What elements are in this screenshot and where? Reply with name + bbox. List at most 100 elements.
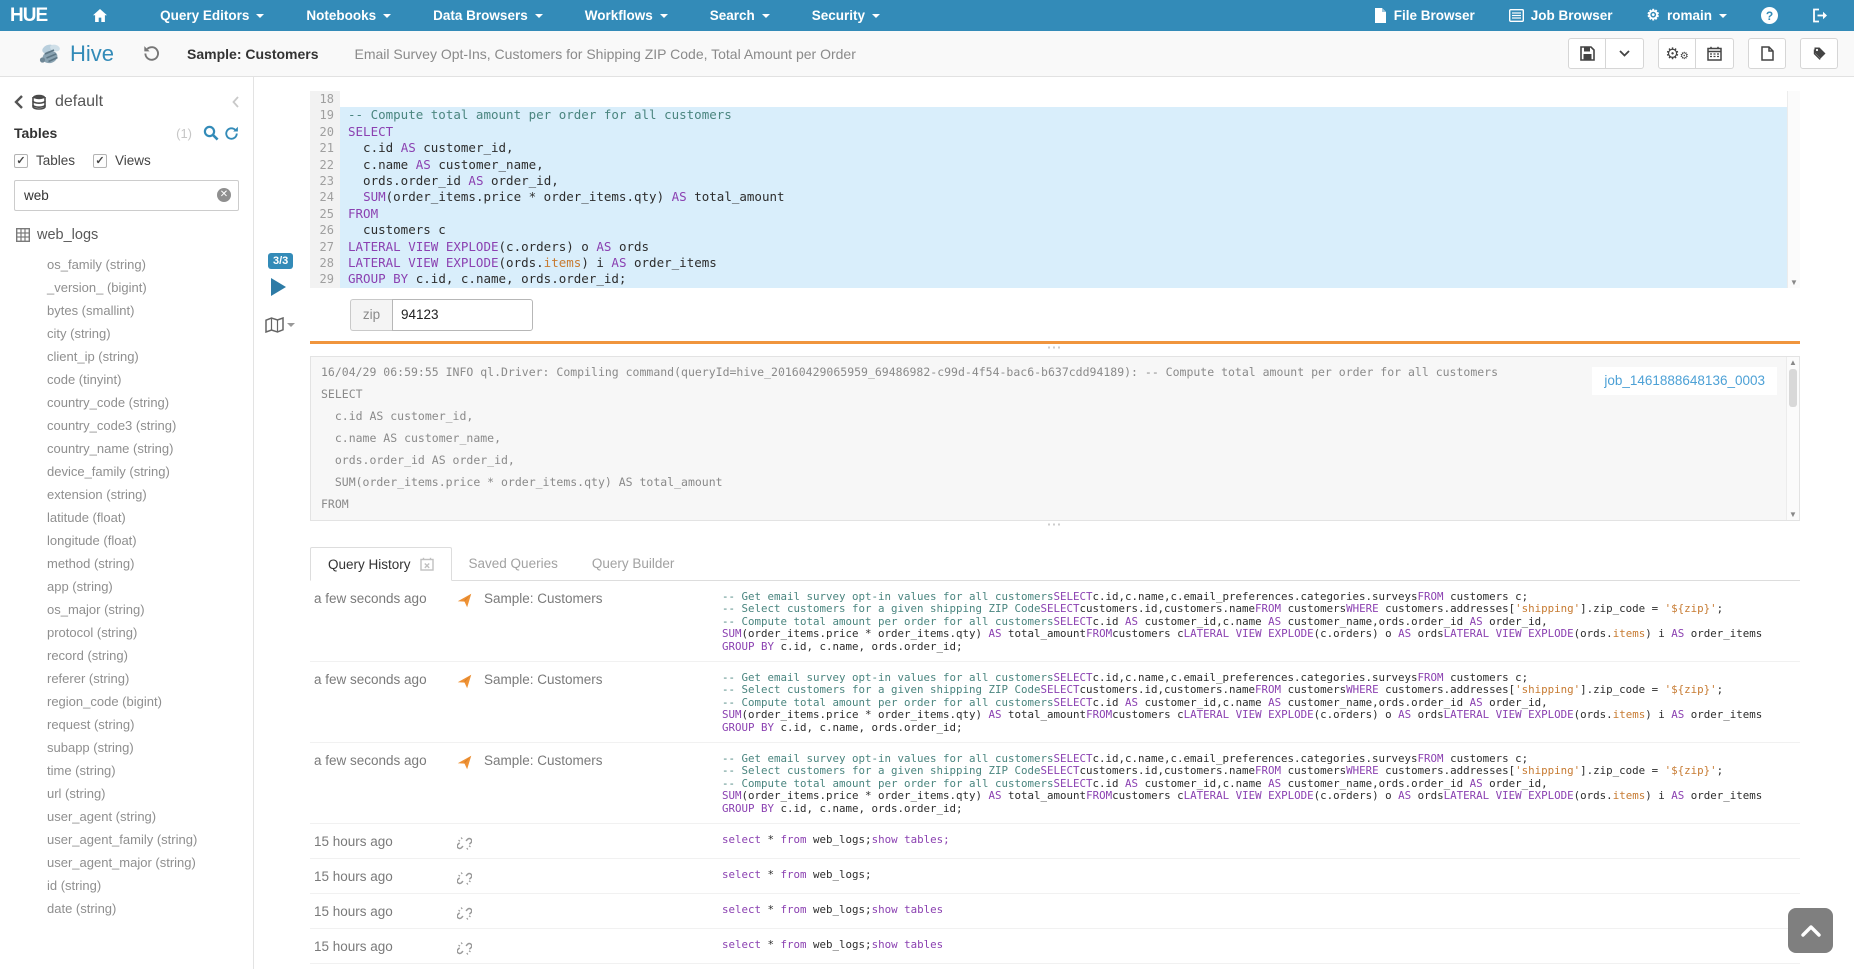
tab-query-history[interactable]: Query History xyxy=(310,547,452,581)
column-item[interactable]: country_name (string) xyxy=(14,437,239,460)
scroll-down-icon[interactable]: ▼ xyxy=(1789,510,1797,519)
column-item[interactable]: os_family (string) xyxy=(14,253,239,276)
column-item[interactable]: id (string) xyxy=(14,874,239,897)
history-row[interactable]: 15 hours agoselect * from web_logs;show … xyxy=(310,824,1800,859)
help-button[interactable]: ? xyxy=(1749,0,1790,31)
scroll-top-button[interactable] xyxy=(1788,908,1833,953)
clear-filter-icon[interactable]: ✕ xyxy=(217,188,231,202)
job-link[interactable]: job_1461888648136_0003 xyxy=(1604,373,1765,388)
history-icon[interactable] xyxy=(142,45,161,62)
column-item[interactable]: record (string) xyxy=(14,644,239,667)
clear-history-icon[interactable] xyxy=(420,557,434,571)
column-item[interactable]: bytes (smallint) xyxy=(14,299,239,322)
logout-button[interactable] xyxy=(1800,0,1840,31)
schedule-button[interactable] xyxy=(1696,38,1734,69)
column-item[interactable]: referer (string) xyxy=(14,667,239,690)
hue-logo[interactable]: HUE xyxy=(10,5,47,27)
scroll-down-icon[interactable]: ▼ xyxy=(1790,278,1798,287)
column-item[interactable]: device_family (string) xyxy=(14,460,239,483)
code-line[interactable]: 26 customers c xyxy=(310,222,1800,238)
variable-input[interactable] xyxy=(392,299,533,331)
code-line[interactable]: 25FROM xyxy=(310,206,1800,222)
navbar-item-security[interactable]: Security xyxy=(791,0,901,31)
resize-grip[interactable]: ⋯ xyxy=(308,344,1800,356)
hive-app-link[interactable]: Hive xyxy=(38,41,114,67)
code-line[interactable]: 27LATERAL VIEW EXPLODE(c.orders) o AS or… xyxy=(310,239,1800,255)
table-item[interactable]: web_logs xyxy=(16,227,239,243)
column-item[interactable]: client_ip (string) xyxy=(14,345,239,368)
column-item[interactable]: date (string) xyxy=(14,897,239,920)
tab-query-builder[interactable]: Query Builder xyxy=(575,547,692,580)
code-line[interactable]: 20SELECT xyxy=(310,124,1800,140)
code-line[interactable]: 19-- Compute total amount per order for … xyxy=(310,107,1800,123)
map-button[interactable] xyxy=(265,317,295,333)
home-icon[interactable] xyxy=(83,8,117,24)
code-line[interactable]: 18 xyxy=(310,91,1800,107)
column-item[interactable]: protocol (string) xyxy=(14,621,239,644)
column-item[interactable]: country_code (string) xyxy=(14,391,239,414)
navbar-item-query-editors[interactable]: Query Editors xyxy=(139,0,285,31)
code-editor[interactable]: 1819-- Compute total amount per order fo… xyxy=(310,91,1800,288)
column-item[interactable]: extension (string) xyxy=(14,483,239,506)
execute-button[interactable] xyxy=(271,278,286,296)
log-scrollbar[interactable]: ▲ ▼ xyxy=(1786,357,1799,520)
code-line[interactable]: 21 c.id AS customer_id, xyxy=(310,140,1800,156)
table-search-button[interactable] xyxy=(203,125,219,141)
scroll-up-icon[interactable]: ▲ xyxy=(1789,358,1797,367)
refresh-button[interactable] xyxy=(224,126,239,141)
navbar-item-search[interactable]: Search xyxy=(689,0,791,31)
collapse-sidebar-button[interactable] xyxy=(232,96,239,108)
code-line[interactable]: 28LATERAL VIEW EXPLODE(ords.items) i AS … xyxy=(310,255,1800,271)
column-item[interactable]: app (string) xyxy=(14,575,239,598)
save-dropdown-button[interactable] xyxy=(1606,38,1644,69)
tab-saved-queries[interactable]: Saved Queries xyxy=(452,547,575,580)
column-item[interactable]: subapp (string) xyxy=(14,736,239,759)
settings-button[interactable]: ⚙⚙ xyxy=(1658,38,1696,69)
column-item[interactable]: method (string) xyxy=(14,552,239,575)
history-row[interactable]: 15 hours agoselect * from web_logs; xyxy=(310,859,1800,894)
views-checkbox[interactable]: ✓ xyxy=(93,154,107,168)
column-item[interactable]: latitude (float) xyxy=(14,506,239,529)
page-title[interactable]: Sample: Customers xyxy=(187,46,318,62)
code-line[interactable]: 23 ords.order_id AS order_id, xyxy=(310,173,1800,189)
user-menu[interactable]: ⚙ romain xyxy=(1635,0,1739,31)
column-item[interactable]: _version_ (bigint) xyxy=(14,276,239,299)
column-item[interactable]: code (tinyint) xyxy=(14,368,239,391)
save-button[interactable] xyxy=(1568,38,1606,69)
database-name[interactable]: default xyxy=(55,93,224,111)
history-row[interactable]: 15 hours agoselect * from web_logs;show … xyxy=(310,929,1800,964)
column-item[interactable]: url (string) xyxy=(14,782,239,805)
views-checkbox-label[interactable]: Views xyxy=(115,153,151,168)
job-browser-button[interactable]: Job Browser xyxy=(1497,0,1625,31)
back-button[interactable] xyxy=(14,95,23,109)
code-line[interactable]: 22 c.name AS customer_name, xyxy=(310,157,1800,173)
tables-checkbox[interactable]: ✓ xyxy=(14,154,28,168)
file-browser-button[interactable]: File Browser xyxy=(1362,0,1487,31)
column-item[interactable]: region_code (bigint) xyxy=(14,690,239,713)
history-row[interactable]: 15 hours agoselect * from web_logs;show … xyxy=(310,964,1800,969)
history-row[interactable]: a few seconds agoSample: Customers-- Get… xyxy=(310,743,1800,824)
history-row[interactable]: 15 hours agoselect * from web_logs;show … xyxy=(310,894,1800,929)
column-item[interactable]: user_agent_major (string) xyxy=(14,851,239,874)
history-row[interactable]: a few seconds agoSample: Customers-- Get… xyxy=(310,662,1800,743)
column-item[interactable]: city (string) xyxy=(14,322,239,345)
code-line[interactable]: 29GROUP BY c.id, c.name, ords.order_id; xyxy=(310,271,1800,287)
column-item[interactable]: time (string) xyxy=(14,759,239,782)
code-line[interactable]: 24 SUM(order_items.price * order_items.q… xyxy=(310,189,1800,205)
column-item[interactable]: request (string) xyxy=(14,713,239,736)
navbar-item-notebooks[interactable]: Notebooks xyxy=(285,0,412,31)
table-filter-input[interactable] xyxy=(14,180,239,211)
tables-checkbox-label[interactable]: Tables xyxy=(36,153,75,168)
editor-scrollbar[interactable]: ▼ xyxy=(1787,91,1800,288)
navbar-item-data-browsers[interactable]: Data Browsers xyxy=(412,0,564,31)
column-item[interactable]: os_major (string) xyxy=(14,598,239,621)
resize-grip[interactable]: ⋯ xyxy=(308,521,1800,533)
scrollbar-thumb[interactable] xyxy=(1789,369,1797,407)
column-item[interactable]: country_code3 (string) xyxy=(14,414,239,437)
column-item[interactable]: longitude (float) xyxy=(14,529,239,552)
history-row[interactable]: a few seconds agoSample: Customers-- Get… xyxy=(310,581,1800,662)
column-item[interactable]: user_agent_family (string) xyxy=(14,828,239,851)
new-document-button[interactable] xyxy=(1748,38,1786,69)
column-item[interactable]: user_agent (string) xyxy=(14,805,239,828)
navbar-item-workflows[interactable]: Workflows xyxy=(564,0,689,31)
